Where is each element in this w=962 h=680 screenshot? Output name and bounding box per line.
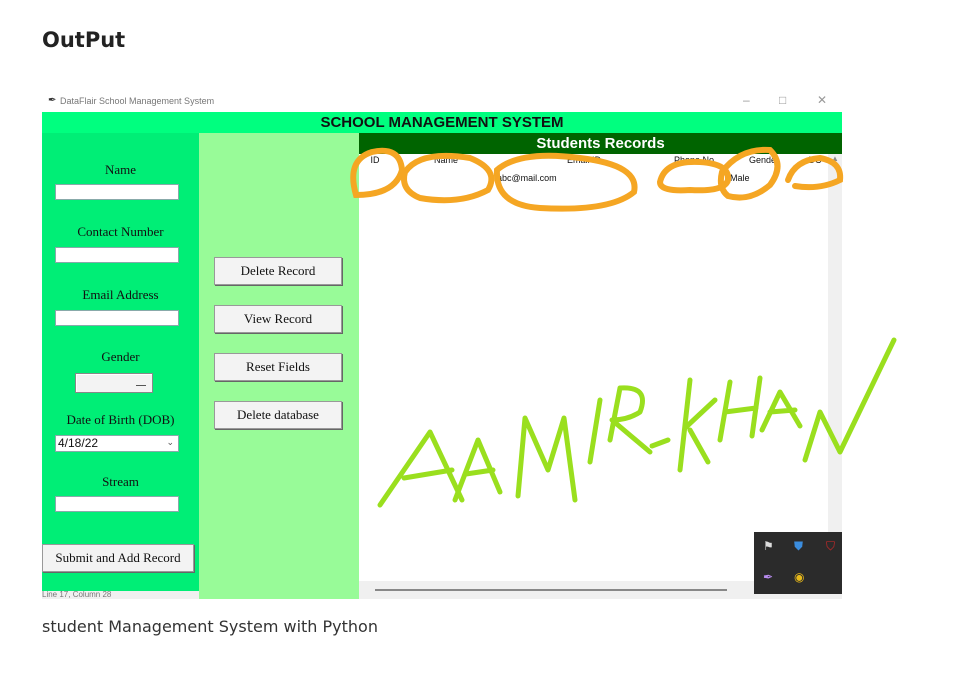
highlight-circle (493, 152, 638, 212)
signature-scribble (377, 337, 897, 508)
annotation-overlay (350, 146, 897, 508)
figure-caption: student Management System with Python (42, 617, 378, 636)
highlight-circle (401, 152, 495, 204)
highlight-circle (656, 158, 732, 194)
highlight-circles (350, 146, 844, 212)
highlight-circle (350, 147, 406, 199)
highlight-circle (785, 154, 844, 191)
